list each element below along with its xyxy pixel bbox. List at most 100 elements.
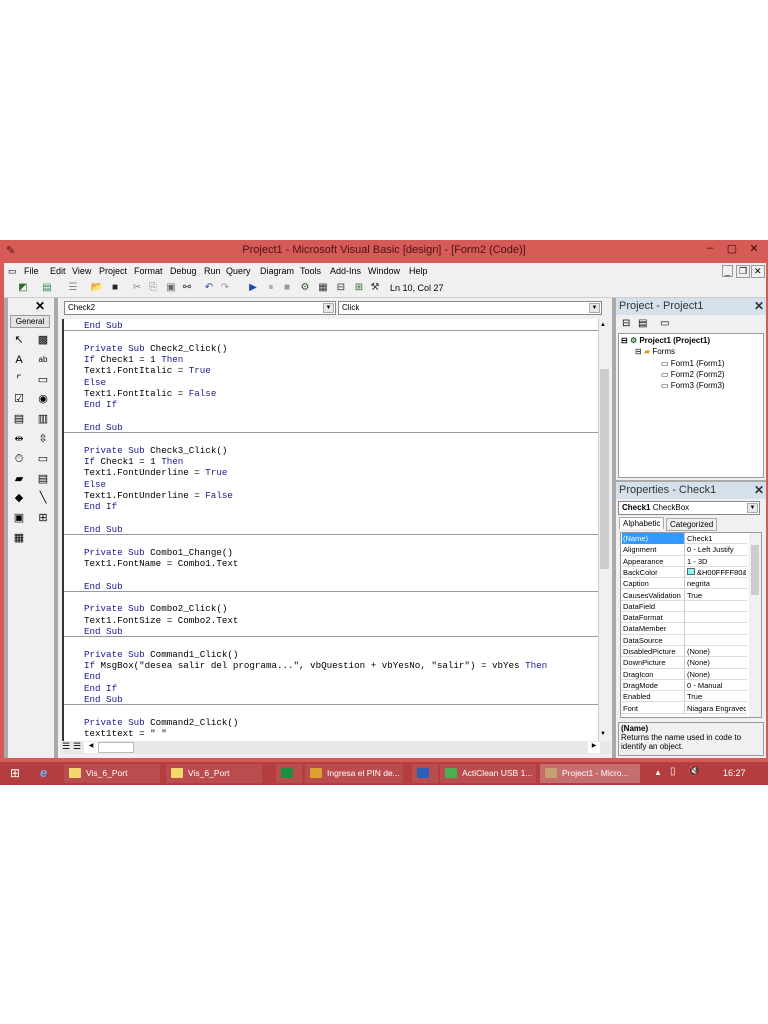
property-value[interactable]: (None) — [686, 669, 746, 680]
taskbar-item[interactable]: Ingresa el PIN de... — [305, 764, 403, 783]
menu-project[interactable]: Project — [99, 266, 127, 276]
listbox-tool-icon[interactable]: ▥ — [35, 411, 51, 427]
toggle-folders-icon[interactable]: ▭ — [660, 318, 669, 329]
object-selector[interactable]: Check1 CheckBox ▼ — [618, 501, 760, 515]
doc-icon[interactable]: ▭ — [8, 266, 17, 277]
menu-file[interactable]: File — [24, 266, 39, 276]
property-value[interactable]: &H00FFFF80& — [686, 567, 746, 578]
property-row[interactable]: DataField — [621, 600, 747, 613]
windows-start-icon[interactable]: ⊞ — [10, 766, 20, 780]
open-project-icon[interactable]: 📂 — [90, 282, 104, 294]
taskbar-item[interactable]: Vis_6_Port — [166, 764, 262, 783]
tab-alphabetic[interactable]: Alphabetic — [619, 517, 665, 529]
taskbar-item[interactable]: ActiClean USB 1... — [440, 764, 536, 783]
dirlistbox-tool-icon[interactable]: ▰ — [11, 471, 27, 487]
tray-expand-icon[interactable]: ▲ — [654, 768, 662, 777]
title-bar[interactable]: ✎ Project1 - Microsoft Visual Basic [des… — [0, 240, 768, 262]
add-project-icon[interactable]: ◩ — [16, 282, 30, 294]
chevron-down-icon[interactable]: ▼ — [747, 503, 758, 513]
property-row[interactable]: DragMode 0 - Manual — [621, 679, 747, 692]
property-row[interactable]: DragIcon (None) — [621, 668, 747, 680]
property-row[interactable]: DataFormat — [621, 612, 747, 624]
menu-window[interactable]: Window — [368, 266, 400, 276]
ole-tool-icon[interactable]: ▦ — [11, 530, 27, 546]
tree-form-item[interactable]: ▭ Form3 (Form3) — [661, 381, 725, 390]
property-row[interactable]: (Name) Check1 — [621, 533, 747, 545]
property-row[interactable]: Font Niagara Engraved — [621, 702, 747, 714]
copy-icon[interactable]: ⎘ — [146, 282, 160, 294]
taskbar-item[interactable] — [276, 764, 302, 783]
taskbar-item[interactable] — [412, 764, 438, 783]
tree-form-item[interactable]: ▭ Form1 (Form1) — [661, 359, 725, 368]
horizontal-scroll-thumb[interactable] — [98, 742, 134, 753]
procedure-combo[interactable]: Click ▼ — [338, 301, 602, 315]
object-combo[interactable]: Check2 ▼ — [64, 301, 336, 315]
project-explorer-icon[interactable]: ⚙ — [298, 282, 312, 294]
property-value[interactable] — [686, 635, 746, 646]
add-form-icon[interactable]: ▤ — [40, 282, 54, 294]
menu-view[interactable]: View — [72, 266, 91, 276]
line-tool-icon[interactable]: ╲ — [35, 490, 51, 506]
property-row[interactable]: BackColor &H00FFFF80& — [621, 566, 747, 579]
menu-debug[interactable]: Debug — [170, 266, 197, 276]
view-code-icon[interactable]: ⊟ — [622, 318, 630, 329]
scroll-thumb[interactable] — [600, 369, 609, 569]
save-icon[interactable]: ■ — [108, 282, 122, 294]
property-row[interactable]: DisabledPicture (None) — [621, 646, 747, 658]
internet-explorer-icon[interactable]: e — [40, 765, 47, 780]
start-icon[interactable]: ▶ — [246, 282, 260, 294]
redo-icon[interactable]: ↷ — [218, 282, 232, 294]
clock[interactable]: 16:27 — [723, 768, 746, 778]
tree-project-root[interactable]: ⊟ ⚙ Project1 (Project1) — [621, 336, 710, 345]
doc-close-button[interactable]: ✕ — [751, 265, 765, 278]
property-value[interactable] — [686, 601, 746, 612]
property-row[interactable]: CausesValidation True — [621, 589, 747, 601]
volume-muted-icon[interactable]: 🔇 — [688, 766, 700, 777]
menu-edit[interactable]: Edit — [50, 266, 66, 276]
properties-scrollbar[interactable] — [749, 533, 761, 717]
procedure-view-button[interactable]: ☰ — [62, 741, 70, 752]
checkbox-tool-icon[interactable]: ☑ — [11, 391, 27, 407]
image-tool-icon[interactable]: ▣ — [11, 510, 27, 526]
property-value[interactable]: (None) — [686, 657, 746, 668]
hscrollbar-tool-icon[interactable]: ⇹ — [11, 431, 27, 447]
paste-icon[interactable]: ▣ — [164, 282, 178, 294]
label-tool-icon[interactable]: A — [11, 352, 27, 368]
menu-format[interactable]: Format — [134, 266, 163, 276]
menu-editor-icon[interactable]: ☰ — [66, 282, 80, 294]
toolbox-icon[interactable]: ⚒ — [368, 282, 382, 294]
property-value[interactable]: negrita — [686, 578, 746, 589]
frame-tool-icon[interactable]: ⌜ — [11, 372, 27, 388]
taskbar-item[interactable]: Vis_6_Port — [64, 764, 160, 783]
maximize-button[interactable]: ▢ — [722, 242, 742, 258]
break-icon[interactable]: ⏸ — [264, 282, 278, 294]
property-value[interactable]: Niagara Engraved — [686, 703, 746, 714]
code-vertical-scrollbar[interactable]: ▲ ▼ — [598, 319, 610, 741]
properties-window-icon[interactable]: ▦ — [316, 282, 330, 294]
full-module-view-button[interactable]: ☰ — [73, 741, 81, 752]
toolbox-tab-general[interactable]: General — [10, 315, 50, 328]
timer-tool-icon[interactable]: ⏱ — [11, 451, 27, 467]
view-object-icon[interactable]: ▤ — [638, 318, 647, 329]
tab-categorized[interactable]: Categorized — [666, 518, 718, 531]
property-value[interactable]: Check1 — [686, 533, 746, 544]
doc-restore-button[interactable]: ❐ — [736, 265, 751, 278]
combobox-tool-icon[interactable]: ▤ — [11, 411, 27, 427]
undo-icon[interactable]: ↶ — [202, 282, 216, 294]
data-tool-icon[interactable]: ⊞ — [35, 510, 51, 526]
properties-close-button[interactable]: ✕ — [754, 483, 764, 497]
property-value[interactable]: 0 - Left Justify — [686, 544, 746, 555]
toolbox-close-button[interactable]: ✕ — [35, 299, 45, 313]
property-row[interactable]: Caption negrita — [621, 578, 747, 590]
shape-tool-icon[interactable]: ◆ — [11, 490, 27, 506]
property-row[interactable]: DataMember — [621, 623, 747, 635]
menu-diagram[interactable]: Diagram — [260, 266, 294, 276]
picturebox-tool-icon[interactable]: ▩ — [35, 332, 51, 348]
chevron-down-icon[interactable]: ▼ — [589, 303, 600, 313]
property-row[interactable]: Enabled True — [621, 691, 747, 703]
doc-minimize-button[interactable]: _ — [722, 265, 734, 277]
code-editor[interactable]: End Sub Private Sub Check2_Click() If Chec… — [62, 319, 598, 741]
property-row[interactable]: DataSource — [621, 634, 747, 646]
scroll-left-icon[interactable]: ◀ — [84, 742, 98, 753]
optionbutton-tool-icon[interactable]: ◉ — [35, 391, 51, 407]
